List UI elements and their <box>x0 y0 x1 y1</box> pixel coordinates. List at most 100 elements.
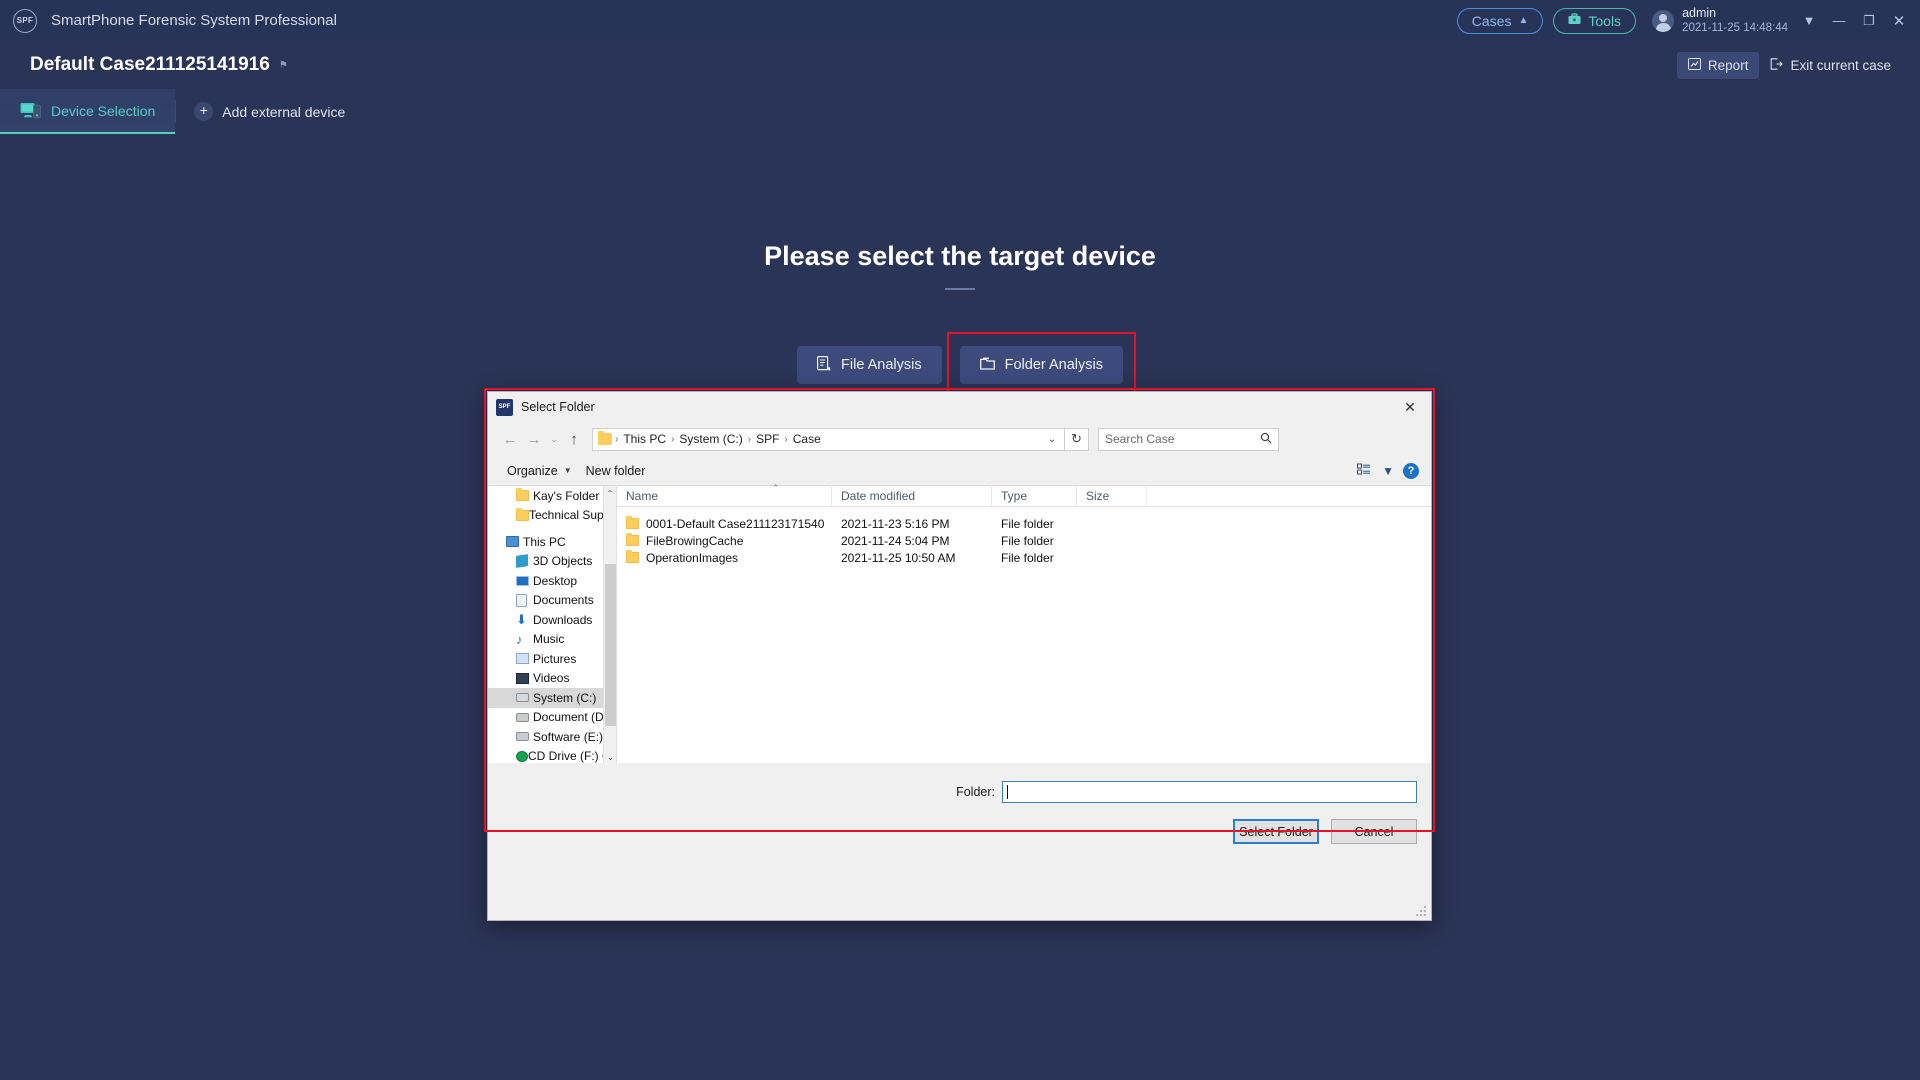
minimize-button[interactable]: — <box>1824 0 1854 41</box>
search-input[interactable] <box>1105 432 1260 446</box>
close-button[interactable]: ✕ <box>1884 0 1914 41</box>
back-button[interactable]: ← <box>498 427 522 451</box>
tree-item-system-c[interactable]: System (C:) <box>488 688 616 708</box>
recent-locations-button[interactable]: ⌄ <box>546 427 562 451</box>
add-external-device-button[interactable]: + Add external device <box>176 89 363 134</box>
tree-item-technical-support[interactable]: Technical Supp 📌 <box>488 506 616 526</box>
table-row[interactable]: OperationImages 2021-11-25 10:50 AM File… <box>617 549 1431 566</box>
folder-icon <box>626 550 639 563</box>
view-dropdown-icon[interactable]: ▼ <box>1382 464 1394 478</box>
select-folder-dialog: SPF Select Folder ✕ ← → ⌄ ↑ › This PC › … <box>487 391 1432 921</box>
desktop-icon <box>516 575 533 586</box>
add-external-device-label: Add external device <box>222 103 346 120</box>
tree-item-software-e[interactable]: Software (E:) <box>488 727 616 747</box>
user-info[interactable]: admin 2021-11-25 14:48:44 <box>1652 6 1788 36</box>
table-row[interactable]: FileBrowingCache 2021-11-24 5:04 PM File… <box>617 532 1431 549</box>
cases-button[interactable]: Cases ▲ <box>1456 7 1544 34</box>
breadcrumb-system-c[interactable]: System (C:) <box>675 432 746 446</box>
dialog-title: Select Folder <box>521 400 595 414</box>
column-header-size[interactable]: Size <box>1077 486 1147 506</box>
tree-item-pictures[interactable]: Pictures <box>488 649 616 669</box>
exit-current-case-button[interactable]: Exit current case <box>1759 52 1902 79</box>
resize-grip[interactable] <box>1416 906 1428 918</box>
file-name: 0001-Default Case211123171540 <box>646 516 825 531</box>
restore-button[interactable]: ❐ <box>1854 0 1884 41</box>
briefcase-icon <box>1568 13 1581 28</box>
dialog-close-button[interactable]: ✕ <box>1389 392 1431 422</box>
report-label: Report <box>1707 57 1749 73</box>
case-flag-icon: ⚑ <box>278 59 288 71</box>
tree-item-music[interactable]: ♪ Music <box>488 630 616 650</box>
search-box[interactable] <box>1098 427 1279 451</box>
downloads-icon: ⬇ <box>516 612 527 628</box>
tools-button[interactable]: Tools <box>1553 7 1637 34</box>
tree-item-cd-drive-f[interactable]: CD Drive (F:) OPP <box>488 747 616 763</box>
organize-menu[interactable]: Organize ▼ <box>500 464 579 478</box>
drive-icon <box>516 693 533 703</box>
dropdown-button[interactable]: ▼ <box>1794 0 1824 41</box>
view-options-icon[interactable] <box>1357 463 1372 478</box>
videos-icon <box>516 672 533 684</box>
tree-item-videos[interactable]: Videos <box>488 669 616 689</box>
file-analysis-button[interactable]: File Analysis <box>797 346 942 384</box>
new-folder-button[interactable]: New folder <box>579 464 653 478</box>
tree-item-desktop[interactable]: Desktop <box>488 571 616 591</box>
table-row[interactable]: 0001-Default Case211123171540 2021-11-23… <box>617 515 1431 532</box>
tree-scrollbar[interactable]: ⌃ ⌄ <box>603 486 616 763</box>
folder-icon <box>516 488 533 502</box>
tree-item-label: Videos <box>533 671 570 686</box>
column-header-date-modified[interactable]: Date modified <box>832 486 992 506</box>
tab-strip: Device Selection + Add external device <box>0 89 1920 134</box>
file-list-spacer <box>617 507 1431 515</box>
documents-icon <box>516 593 533 607</box>
file-type-cell: File folder <box>1001 516 1054 531</box>
folder-icon <box>979 356 995 374</box>
file-list-header: ⌃ Name Date modified Type Size <box>617 483 1431 507</box>
column-header-type[interactable]: Type <box>992 486 1077 506</box>
address-bar[interactable]: › This PC › System (C:) › SPF › Case ⌄ <box>592 427 1065 451</box>
folder-icon <box>516 507 529 521</box>
organize-label: Organize <box>507 463 558 478</box>
file-date-cell: 2021-11-23 5:16 PM <box>841 516 950 531</box>
folder-input-row: Folder: <box>488 781 1431 803</box>
tree-item-3d-objects[interactable]: 3D Objects <box>488 552 616 572</box>
help-button[interactable]: ? <box>1403 462 1419 479</box>
title-bar: SPF SmartPhone Forensic System Professio… <box>0 0 1920 41</box>
breadcrumb-spf[interactable]: SPF <box>752 432 783 446</box>
folder-input[interactable] <box>1002 781 1417 803</box>
tree-item-label: Pictures <box>533 651 577 666</box>
cancel-button[interactable]: Cancel <box>1331 819 1417 844</box>
tree-item-document-d[interactable]: Document (D:) <box>488 708 616 728</box>
folder-analysis-button[interactable]: Folder Analysis <box>959 346 1123 384</box>
up-button[interactable]: ↑ <box>562 427 586 451</box>
file-name: OperationImages <box>646 550 739 565</box>
dialog-buttons: Select Folder Cancel <box>488 803 1431 844</box>
tree-item-kays-folder[interactable]: Kay's Folder 📌 <box>488 486 616 506</box>
breadcrumb-case[interactable]: Case <box>789 432 825 446</box>
folder-icon <box>626 533 639 546</box>
tab-device-selection[interactable]: Device Selection <box>0 89 176 134</box>
application-title: SmartPhone Forensic System Professional <box>51 12 337 29</box>
tree-item-documents[interactable]: Documents <box>488 591 616 611</box>
file-date-cell: 2021-11-24 5:04 PM <box>841 533 950 548</box>
column-header-name[interactable]: Name <box>617 486 832 506</box>
report-button[interactable]: Report <box>1676 51 1760 79</box>
folder-analysis-wrapper: Folder Analysis <box>946 332 1136 398</box>
scrollbar-thumb[interactable] <box>605 564 616 726</box>
drive-icon <box>516 712 533 722</box>
command-bar-right: ▼ ? <box>1357 462 1419 479</box>
scroll-down-button[interactable]: ⌄ <box>604 750 616 763</box>
case-header-bar: Default Case211125141916 ⚑ Report Exit c… <box>0 41 1920 89</box>
tree-item-this-pc[interactable]: This PC <box>488 532 616 552</box>
breadcrumb-this-pc[interactable]: This PC <box>619 432 670 446</box>
address-folder-icon <box>598 431 612 445</box>
3d-objects-icon <box>516 554 533 569</box>
chevron-down-icon[interactable]: ⌄ <box>1042 434 1062 445</box>
tree-item-downloads[interactable]: ⬇ Downloads <box>488 610 616 630</box>
refresh-button[interactable]: ↻ <box>1065 427 1089 451</box>
file-analysis-label: File Analysis <box>841 357 922 373</box>
scroll-up-button[interactable]: ⌃ <box>604 486 616 500</box>
chevron-up-icon: ▲ <box>1518 15 1529 26</box>
forward-button[interactable]: → <box>522 427 546 451</box>
select-folder-button[interactable]: Select Folder <box>1233 819 1319 844</box>
